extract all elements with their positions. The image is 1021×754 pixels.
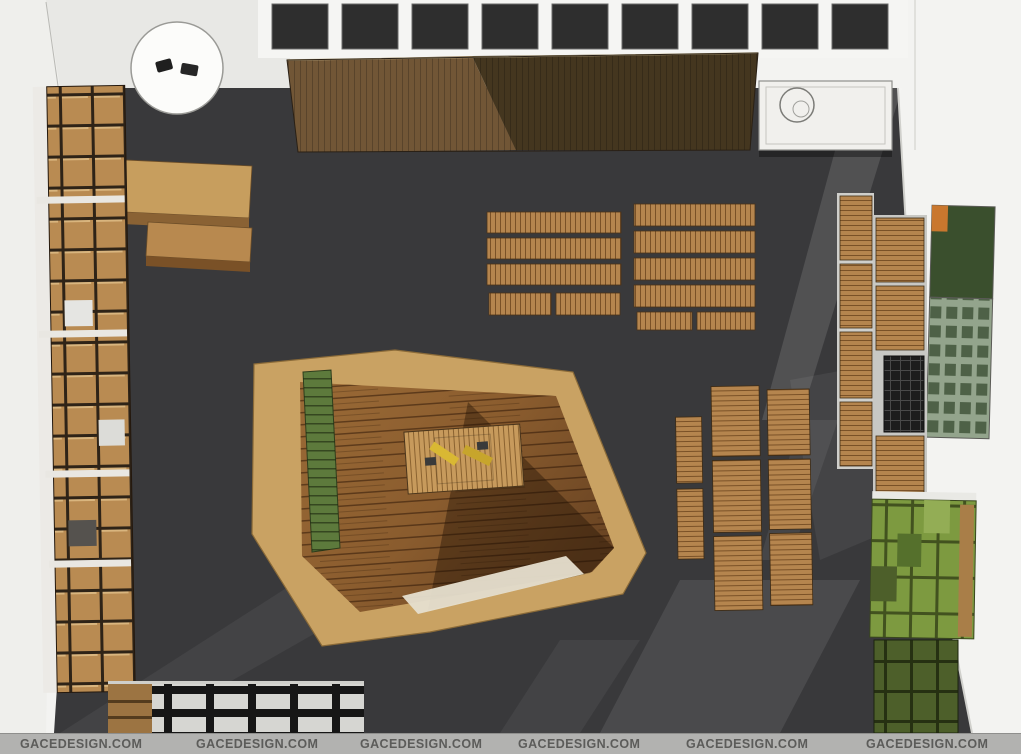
green-lower-unit: [874, 640, 958, 733]
bench: [714, 536, 763, 611]
shelf-cubbies: [47, 85, 136, 692]
poster-grid: [926, 297, 993, 439]
wood-side-panel: [958, 505, 974, 637]
wood-shelf-line: [108, 716, 152, 719]
desk-top: [123, 160, 252, 218]
dark-cubby: [68, 520, 96, 546]
display-item-dark: [425, 457, 437, 466]
wall-poster: [926, 205, 995, 439]
slat-table: [637, 312, 692, 330]
slat-shelf: [840, 196, 872, 260]
empty-cubby: [64, 300, 92, 326]
skylight-panel: [692, 4, 748, 49]
skylight-panel: [832, 4, 888, 49]
watermark-text-1: GACEDESIGN.COM: [20, 737, 142, 751]
green-cubby-shelf: [870, 491, 977, 639]
round-table: [131, 22, 223, 114]
mesh-rack: [884, 356, 924, 432]
skylight-panel: [762, 4, 818, 49]
slat-table: [487, 264, 621, 285]
slat-table: [489, 293, 551, 315]
watermark-text-5: GACEDESIGN.COM: [686, 737, 808, 751]
bench: [767, 389, 810, 456]
bench: [770, 533, 813, 606]
desk-lower-top: [146, 222, 252, 262]
green-cubby-dark: [870, 566, 897, 601]
bench: [768, 459, 811, 530]
platform-inlay-table: [404, 424, 524, 494]
shelf-divider: [45, 469, 129, 477]
slat-shelf: [876, 218, 924, 282]
watermark-text-4: GACEDESIGN.COM: [518, 737, 640, 751]
empty-cubby: [99, 419, 125, 445]
wood-canopy-panel: [287, 53, 758, 152]
round-table-group: [131, 22, 223, 114]
poster-accent: [931, 205, 948, 231]
watermark-bar: GACEDESIGN.COM GACEDESIGN.COM GACEDESIGN…: [0, 733, 1021, 754]
wood-shelf-line: [108, 700, 152, 703]
slat-shelf: [876, 286, 924, 350]
box-top: [759, 81, 892, 150]
slat-table: [634, 258, 755, 280]
watermark-text-2: GACEDESIGN.COM: [196, 737, 318, 751]
green-cubby-dark: [897, 534, 922, 567]
slat-shelf: [840, 332, 872, 398]
ceiling-skylight-panels: [272, 4, 888, 49]
interior-render-scene: GACEDESIGN.COM GACEDESIGN.COM GACEDESIGN…: [0, 0, 1021, 754]
skylight-panel: [342, 4, 398, 49]
slat-table: [487, 238, 621, 259]
slat-table: [634, 231, 755, 253]
watermark-text-6: GACEDESIGN.COM: [866, 737, 988, 751]
skylight-panel: [272, 4, 328, 49]
green-cubby-shelf-lower: [874, 640, 958, 733]
slat-shelf: [840, 264, 872, 328]
slat-table: [697, 312, 755, 330]
shelf-divider: [49, 559, 131, 567]
bench: [712, 460, 761, 533]
canopy-slats: [287, 53, 758, 152]
slat-table: [556, 293, 620, 315]
green-cubby-light: [924, 500, 951, 533]
slat-table: [634, 204, 755, 226]
watermark-text-3: GACEDESIGN.COM: [360, 737, 482, 751]
skylight-panel: [552, 4, 608, 49]
slat-shelf: [876, 436, 924, 492]
watermark-strip-border: [0, 733, 1021, 734]
bottom-storage-shelves: [108, 681, 364, 733]
slat-table: [487, 212, 621, 233]
wall-shelf-column-2: [873, 215, 927, 495]
render-canvas: GACEDESIGN.COM GACEDESIGN.COM GACEDESIGN…: [0, 0, 1021, 754]
wall-shelf-column-1: [837, 193, 874, 469]
slat-table: [634, 285, 755, 307]
wood-shelf-block: [108, 684, 152, 733]
left-bookshelf-column: [33, 85, 136, 693]
bench: [711, 386, 760, 457]
bench: [677, 489, 704, 559]
skylight-panel: [482, 4, 538, 49]
skylight-panel: [412, 4, 468, 49]
inlay-table-top: [404, 424, 524, 494]
bench: [676, 417, 703, 483]
ac-unit-box: [759, 81, 892, 157]
box-shadow: [759, 150, 892, 157]
skylight-panel: [622, 4, 678, 49]
display-item-dark: [477, 441, 489, 450]
slat-shelf: [840, 402, 872, 466]
